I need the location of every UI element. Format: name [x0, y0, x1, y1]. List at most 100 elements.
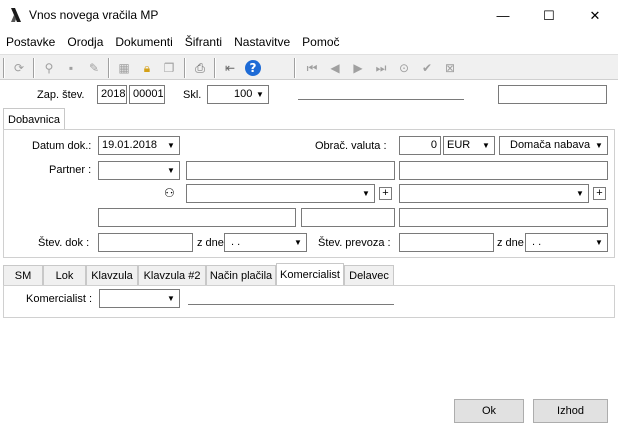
menu-pomoc[interactable]: Pomoč — [296, 33, 345, 53]
skl-combo[interactable]: 100 ▼ — [207, 85, 269, 104]
skl-value: 100 — [234, 88, 253, 100]
tab-sm[interactable]: SM — [3, 265, 43, 285]
valuta-label: Obrač. valuta : — [315, 140, 387, 152]
edit-icon[interactable]: ✎ — [84, 58, 104, 78]
tab-klavzula-2[interactable]: Klavzula #2 — [138, 265, 206, 285]
lock-icon[interactable]: 🔒︎ — [137, 58, 157, 78]
z-dne2-combo[interactable]: . . ▼ — [525, 233, 608, 252]
first-record-icon[interactable]: ⏮ — [302, 58, 322, 78]
pin-icon[interactable]: ⚲ — [39, 58, 59, 78]
toolbar-separator — [108, 58, 110, 78]
cancel-icon[interactable]: ⊠ — [440, 58, 460, 78]
tab-klavzula[interactable]: Klavzula — [86, 265, 138, 285]
nabava-combo[interactable]: Domača nabava ▼ — [499, 136, 608, 155]
minimize-icon: — — [496, 8, 510, 23]
header-extra-field[interactable] — [498, 85, 607, 104]
valuta-code-value: EUR — [447, 139, 471, 151]
komercialist-label: Komercialist : — [26, 293, 93, 305]
address-line-field[interactable] — [98, 208, 296, 227]
menu-bar: Postavke Orodja Dokumenti Šifranti Nasta… — [0, 33, 618, 53]
partner-combo[interactable]: ▼ — [98, 161, 180, 180]
stev-dok-field[interactable] — [98, 233, 193, 252]
postal-field[interactable] — [301, 208, 395, 227]
confirm-icon[interactable]: ✔ — [417, 58, 437, 78]
tab-nacin-placila[interactable]: Način plačila — [206, 265, 276, 285]
chevron-down-icon: ▼ — [591, 234, 607, 251]
add-icon[interactable]: + — [379, 187, 392, 200]
zap-year-value: 2018 — [101, 88, 126, 100]
refresh-icon[interactable]: ⟳ — [9, 58, 29, 78]
chevron-down-icon: ▼ — [478, 137, 494, 154]
ok-button-label: Ok — [481, 405, 497, 417]
next-record-icon[interactable]: ▶ — [348, 58, 368, 78]
maximize-button[interactable]: ☐ — [526, 0, 572, 31]
skl-label: Skl. — [183, 89, 202, 101]
komercialist-panel — [3, 285, 615, 318]
save-icon[interactable]: ▪ — [61, 58, 81, 78]
valuta-code-combo[interactable]: EUR ▼ — [443, 136, 495, 155]
partner-address-combo[interactable]: ▼ — [186, 184, 375, 203]
secondary-address-line-field[interactable] — [399, 208, 608, 227]
z-dne2-value: . . — [532, 236, 542, 248]
menu-sifranti[interactable]: Šifranti — [179, 33, 228, 53]
partner-name-field[interactable] — [186, 161, 395, 180]
zap-number-value: 00001 — [133, 88, 164, 100]
tab-komercialist-label: Komercialist — [280, 268, 340, 281]
tab-sm-label: SM — [14, 269, 32, 282]
stev-prevoza-field[interactable] — [399, 233, 494, 252]
toolbar-separator — [294, 58, 296, 78]
datum-combo[interactable]: 19.01.2018 ▼ — [98, 136, 180, 155]
partner-lookup-icon[interactable]: ⚇ — [164, 186, 180, 200]
zap-year-field[interactable]: 2018 — [97, 85, 127, 104]
close-icon: ✕ — [589, 7, 601, 23]
menu-orodja[interactable]: Orodja — [61, 33, 109, 53]
minimize-button[interactable]: — — [480, 0, 526, 31]
copy-icon[interactable]: ❐ — [159, 58, 179, 78]
menu-nastavitve[interactable]: Nastavitve — [228, 33, 296, 53]
close-button[interactable]: ✕ — [572, 0, 618, 31]
tab-dobavnica[interactable]: Dobavnica — [3, 108, 65, 130]
last-record-icon[interactable]: ⏭ — [371, 58, 391, 78]
stev-prevoza-label: Štev. prevoza : — [318, 237, 391, 249]
partner-info-field[interactable] — [399, 161, 608, 180]
chevron-down-icon: ▼ — [163, 290, 179, 307]
ok-button[interactable]: Ok — [454, 399, 524, 423]
partner-label: Partner : — [49, 164, 92, 176]
z-dne2-label: z dne — [497, 237, 524, 249]
exit-button[interactable]: Izhod — [533, 399, 608, 423]
window-title: Vnos novega vračila MP — [29, 8, 159, 22]
help-icon[interactable]: ? — [243, 58, 263, 78]
toolbar-separator — [214, 58, 216, 78]
valuta-amount-field[interactable]: 0 — [399, 136, 441, 155]
tab-dobavnica-label: Dobavnica — [8, 113, 60, 126]
toolbar-separator — [184, 58, 186, 78]
komercialist-name — [188, 304, 394, 305]
exit-icon[interactable]: ⇤ — [220, 58, 240, 78]
tab-lok[interactable]: Lok — [43, 265, 86, 285]
chevron-down-icon: ▼ — [591, 137, 607, 154]
print-icon[interactable]: ⎙ — [190, 58, 210, 78]
add-icon[interactable]: + — [593, 187, 606, 200]
valuta-amount-value: 0 — [430, 139, 437, 151]
skl-description — [298, 99, 464, 100]
calculator-icon[interactable]: ▦ — [114, 58, 134, 78]
menu-postavke[interactable]: Postavke — [0, 33, 61, 53]
tab-nacin-placila-label: Način plačila — [209, 269, 273, 282]
tab-komercialist[interactable]: Komercialist — [276, 263, 344, 285]
toolbar: ⟳ ⚲ ▪ ✎ ▦ 🔒︎ ❐ ⎙ ⇤ ? ⏮ ◀ ▶ ⏭ ⊙ ✔ ⊠ — [0, 54, 618, 80]
tab-delavec[interactable]: Delavec — [344, 265, 394, 285]
chevron-down-icon: ▼ — [290, 234, 306, 251]
up-icon[interactable]: ⊙ — [394, 58, 414, 78]
tab-klavzula-label: Klavzula — [91, 269, 133, 282]
zap-number-field[interactable]: 00001 — [129, 85, 165, 104]
datum-label: Datum dok.: — [32, 140, 92, 152]
secondary-address-combo[interactable]: ▼ — [399, 184, 589, 203]
maximize-icon: ☐ — [543, 7, 555, 23]
previous-record-icon[interactable]: ◀ — [325, 58, 345, 78]
stev-dok-label: Štev. dok : — [38, 237, 90, 249]
svg-text:?: ? — [250, 61, 257, 75]
z-dne-combo[interactable]: . . ▼ — [224, 233, 307, 252]
komercialist-combo[interactable]: ▼ — [99, 289, 180, 308]
menu-dokumenti[interactable]: Dokumenti — [109, 33, 178, 53]
datum-value: 19.01.2018 — [102, 139, 158, 151]
